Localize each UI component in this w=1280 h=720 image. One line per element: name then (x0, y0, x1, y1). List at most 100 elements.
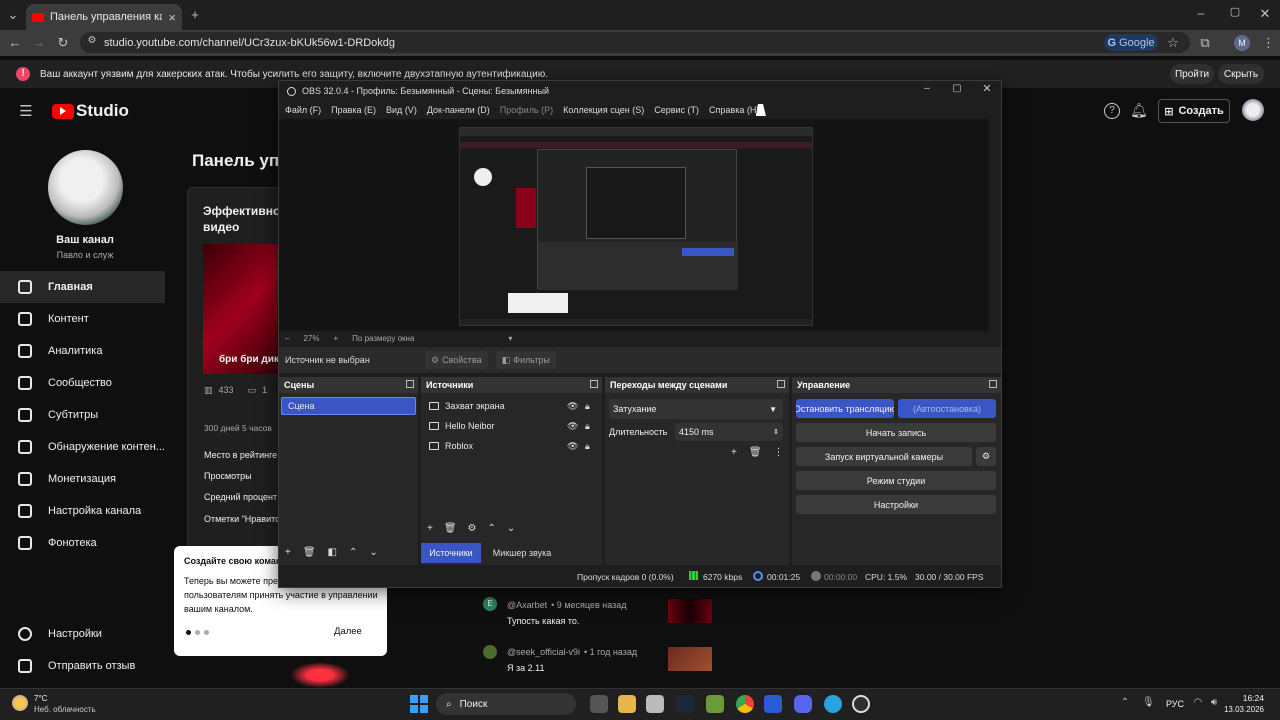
obs-menu-item[interactable]: Профиль (P) (500, 105, 553, 115)
tab-sources[interactable]: Источники (421, 543, 481, 563)
zoom-out-icon[interactable]: – (285, 334, 289, 343)
sidebar-item[interactable]: Фонотека (0, 527, 165, 559)
settings-button[interactable]: Настройки (796, 495, 996, 514)
obs-taskbar-icon[interactable] (852, 695, 870, 713)
sidebar-item[interactable]: Обнаружение контен... (0, 431, 165, 463)
lock-icon[interactable]: 🔒︎ (585, 401, 590, 412)
app-icon[interactable] (764, 695, 782, 713)
sidebar-item[interactable]: Аналитика (0, 335, 165, 367)
comment-author[interactable]: @seek_official-v9i (507, 647, 580, 657)
microphone-icon[interactable]: 🎙︎ (1142, 698, 1155, 708)
lock-icon[interactable]: 🔒︎ (585, 441, 590, 452)
sidebar-item-feedback[interactable]: Отправить отзыв (0, 650, 165, 682)
tab-audio-mixer[interactable]: Микшер звука (485, 543, 559, 563)
banner-go-button[interactable]: Пройти (1170, 64, 1214, 84)
clock-time[interactable]: 16:24 (1226, 693, 1264, 703)
obs-menu-item[interactable]: Сервис (T) (654, 105, 699, 115)
spin-arrows-icon[interactable]: ⇕ (773, 428, 779, 436)
obs-menu-item[interactable]: Правка (E) (331, 105, 376, 115)
stop-stream-button[interactable]: Остановить трансляцию (796, 399, 894, 418)
site-info-icon[interactable]: ⚙ (86, 36, 98, 46)
source-item[interactable]: Roblox 👁︎ 🔒︎ (423, 437, 599, 455)
back-icon[interactable]: ← (8, 36, 22, 49)
dock-float-icon[interactable] (406, 380, 414, 388)
sidebar-item[interactable]: Настройка канала (0, 495, 165, 527)
sidebar-item-settings[interactable]: Настройки (0, 618, 165, 650)
hamburger-menu-icon[interactable]: ☰ (18, 104, 34, 119)
studio-logo[interactable]: Studio (52, 101, 129, 121)
game-launcher-icon[interactable] (706, 695, 724, 713)
weather-icon[interactable] (12, 695, 28, 711)
source-item[interactable]: Hello Neibor 👁︎ 🔒︎ (423, 417, 599, 435)
source-item[interactable]: Захват экрана 👁︎ 🔒︎ (423, 397, 599, 415)
scene-filters-icon[interactable]: ◧ (328, 547, 337, 558)
bookmark-star-icon[interactable]: ☆ (1166, 36, 1180, 49)
forward-icon[interactable]: → (32, 36, 46, 49)
zoom-in-icon[interactable]: + (333, 334, 338, 343)
steam-icon[interactable] (676, 695, 694, 713)
commenter-avatar[interactable]: E (483, 597, 497, 611)
duration-spinbox[interactable]: 4150 ms ⇕ (675, 423, 783, 441)
sidebar-item[interactable]: Субтитры (0, 399, 165, 431)
taskbar-search[interactable]: ⌕ Поиск (436, 693, 576, 715)
studio-mode-button[interactable]: Режим студии (796, 471, 996, 490)
obs-menu-item[interactable]: Док-панели (D) (427, 105, 490, 115)
commenter-avatar[interactable] (483, 645, 497, 659)
minimize-window-icon[interactable]: – (1194, 7, 1208, 19)
create-button[interactable]: ⊞ Создать (1158, 99, 1230, 123)
channel-name[interactable]: Ваш канал (40, 234, 130, 246)
account-avatar[interactable] (1242, 99, 1264, 121)
comment-video-thumbnail[interactable] (668, 599, 712, 623)
sidebar-item[interactable]: Монетизация (0, 463, 165, 495)
sidebar-item[interactable]: Главная (0, 271, 165, 303)
start-recording-button[interactable]: Начать запись (796, 423, 996, 442)
visibility-eye-icon[interactable]: 👁︎ (567, 441, 578, 452)
filters-button[interactable]: ◧ Фильтры (495, 351, 556, 369)
scene-item[interactable]: Сцена (281, 397, 416, 415)
store-icon[interactable] (646, 695, 664, 713)
lock-icon[interactable]: 🔒︎ (585, 421, 590, 432)
help-icon[interactable]: ? (1104, 103, 1120, 119)
remove-transition-icon[interactable]: 🗑︎ (749, 447, 762, 458)
obs-close-icon[interactable]: ✕ (981, 84, 993, 95)
comment-author[interactable]: @Axarbet (507, 600, 547, 610)
browser-tab[interactable]: Панель управления каналом × (26, 4, 182, 30)
popup-next-button[interactable]: Далее (334, 626, 362, 637)
add-source-icon[interactable]: + (427, 523, 433, 534)
move-up-icon[interactable]: ⌃ (349, 547, 357, 558)
visibility-eye-icon[interactable]: 👁︎ (567, 401, 578, 412)
obs-minimize-icon[interactable]: – (921, 84, 933, 94)
weather-temp[interactable]: 7°C (34, 694, 47, 703)
tab-list-icon[interactable]: ⌄ (6, 8, 20, 21)
dock-float-icon[interactable] (777, 380, 785, 388)
visibility-eye-icon[interactable]: 👁︎ (567, 421, 578, 432)
close-tab-icon[interactable]: × (168, 11, 176, 24)
close-window-icon[interactable]: ✕ (1258, 7, 1272, 20)
move-down-icon[interactable]: ⌄ (507, 523, 515, 534)
channel-avatar[interactable] (48, 150, 123, 225)
file-explorer-icon[interactable] (618, 695, 636, 713)
move-up-icon[interactable]: ⌃ (488, 523, 496, 534)
obs-maximize-icon[interactable]: ▢ (951, 84, 963, 94)
reload-icon[interactable]: ↻ (56, 36, 70, 49)
dock-float-icon[interactable] (590, 380, 598, 388)
remove-source-icon[interactable]: 🗑︎ (444, 523, 457, 534)
notifications-bell-icon[interactable]: 🔔︎ (1130, 103, 1148, 117)
tray-overflow-icon[interactable]: ⌃ (1120, 698, 1130, 708)
clock-date[interactable]: 13.03.2026 (1218, 705, 1264, 714)
transition-more-icon[interactable]: ⋮ (774, 447, 784, 458)
maximize-window-icon[interactable]: ▢ (1228, 7, 1242, 18)
sidebar-item[interactable]: Контент (0, 303, 165, 335)
browser-menu-icon[interactable]: ⋮ (1262, 36, 1275, 49)
add-scene-icon[interactable]: + (285, 547, 291, 558)
windows-start-icon[interactable] (410, 695, 428, 713)
source-settings-gear-icon[interactable]: ⚙ (468, 523, 477, 534)
obs-menu-item[interactable]: Файл (F) (285, 105, 321, 115)
new-tab-icon[interactable]: + (188, 8, 202, 21)
properties-button[interactable]: ⚙ Свойства (425, 351, 488, 369)
extensions-icon[interactable]: ⧉ (1198, 36, 1212, 49)
sidebar-item[interactable]: Сообщество (0, 367, 165, 399)
fit-to-window[interactable]: По размеру окна (352, 334, 414, 343)
auto-stop-button[interactable]: (Автоостановка) (898, 399, 996, 418)
virtual-camera-settings-gear-icon[interactable]: ⚙ (976, 447, 996, 466)
